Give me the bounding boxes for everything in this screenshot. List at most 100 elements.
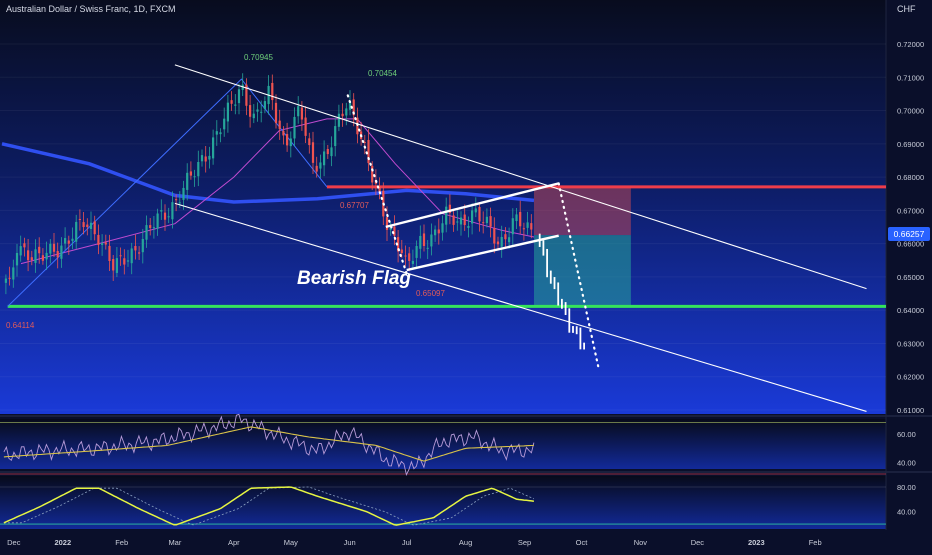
projection-bar [575, 326, 578, 335]
candle [41, 255, 44, 261]
candle [27, 250, 30, 261]
candle [456, 221, 459, 223]
candle [511, 218, 514, 235]
candle [93, 221, 96, 235]
candle [64, 238, 67, 244]
candle [463, 214, 466, 226]
main-pane-background [0, 0, 886, 414]
candle [56, 251, 59, 258]
candle [434, 229, 437, 236]
candle [459, 217, 463, 225]
candle [422, 233, 426, 246]
time-axis-tick: Apr [228, 538, 240, 547]
chart-canvas[interactable]: 0.72000 0.71000 0.70000 0.69000 0.68000 0.670… [0, 0, 932, 550]
price-axis-tick: 0.71000 [897, 73, 924, 82]
candle [441, 223, 444, 233]
stop-zone [534, 186, 631, 236]
candle [408, 253, 411, 261]
candle [519, 211, 522, 227]
candle [8, 277, 11, 279]
candle [208, 155, 211, 160]
candle [452, 215, 455, 225]
projection-bar [542, 240, 545, 256]
candle [478, 207, 481, 222]
time-axis-tick: Nov [634, 538, 648, 547]
candle [67, 240, 70, 244]
price-axis-tick: 0.65000 [897, 273, 924, 282]
candle [215, 131, 218, 135]
candle [52, 243, 56, 252]
candle [182, 187, 185, 200]
time-axis-tick: Sep [518, 538, 531, 547]
projection-bar [579, 327, 582, 350]
candle [282, 130, 285, 136]
candle [471, 210, 474, 224]
candle [126, 260, 130, 262]
start-low-label: 0.64114 [6, 321, 35, 330]
candle [160, 210, 163, 212]
rsi-axis-tick: 40.00 [897, 459, 916, 468]
candle [485, 216, 488, 224]
candle [149, 225, 152, 229]
candle [252, 113, 255, 119]
price-axis-tick: 0.69000 [897, 140, 924, 149]
candle [437, 229, 440, 234]
candle [141, 238, 144, 253]
candle [219, 132, 222, 135]
candle [508, 237, 511, 243]
candle [445, 206, 448, 225]
time-axis-tick: Oct [576, 538, 589, 547]
candle [311, 142, 315, 163]
price-axis-tick: 0.64000 [897, 306, 924, 315]
candle [156, 213, 159, 229]
candle [308, 138, 311, 146]
candle [393, 226, 396, 236]
candle [193, 176, 196, 178]
price-axis-tick: 0.68000 [897, 173, 924, 182]
candle [315, 165, 318, 172]
candle [326, 148, 329, 155]
time-axis-tick: 2022 [54, 538, 71, 547]
candle [78, 218, 81, 220]
candle [223, 118, 226, 130]
time-axis-tick: Feb [115, 538, 128, 547]
currency-label: CHF [897, 4, 916, 14]
candle [345, 108, 348, 116]
candle [289, 138, 292, 147]
candle [274, 102, 278, 124]
high1-label: 0.70945 [244, 53, 273, 62]
candle [49, 243, 52, 254]
current-price-label: 0.66257 [894, 229, 925, 239]
candle [212, 137, 215, 159]
candle [200, 155, 204, 162]
candle [101, 243, 104, 245]
candle [293, 116, 296, 139]
candle [482, 222, 485, 224]
candle [89, 222, 93, 229]
candle [152, 227, 155, 229]
mid-level-label: 0.67707 [340, 201, 369, 210]
candle [411, 260, 414, 264]
candle [237, 89, 241, 104]
candle [526, 222, 529, 228]
candle [97, 234, 100, 245]
candle [138, 252, 141, 254]
candle [356, 117, 359, 135]
candle [500, 236, 503, 247]
candle [426, 247, 429, 249]
candle [38, 246, 41, 254]
price-axis-tick: 0.67000 [897, 206, 924, 215]
candle [504, 234, 507, 240]
candle [108, 245, 111, 262]
candle [186, 172, 189, 190]
price-axis-tick: 0.63000 [897, 339, 924, 348]
candle [178, 202, 181, 204]
candle [522, 228, 525, 230]
candle [75, 221, 78, 242]
candle [130, 248, 133, 264]
projection-bar [583, 342, 585, 350]
projection-bar [546, 248, 548, 278]
candle [104, 242, 107, 245]
candle [419, 235, 422, 249]
candle [474, 208, 477, 213]
